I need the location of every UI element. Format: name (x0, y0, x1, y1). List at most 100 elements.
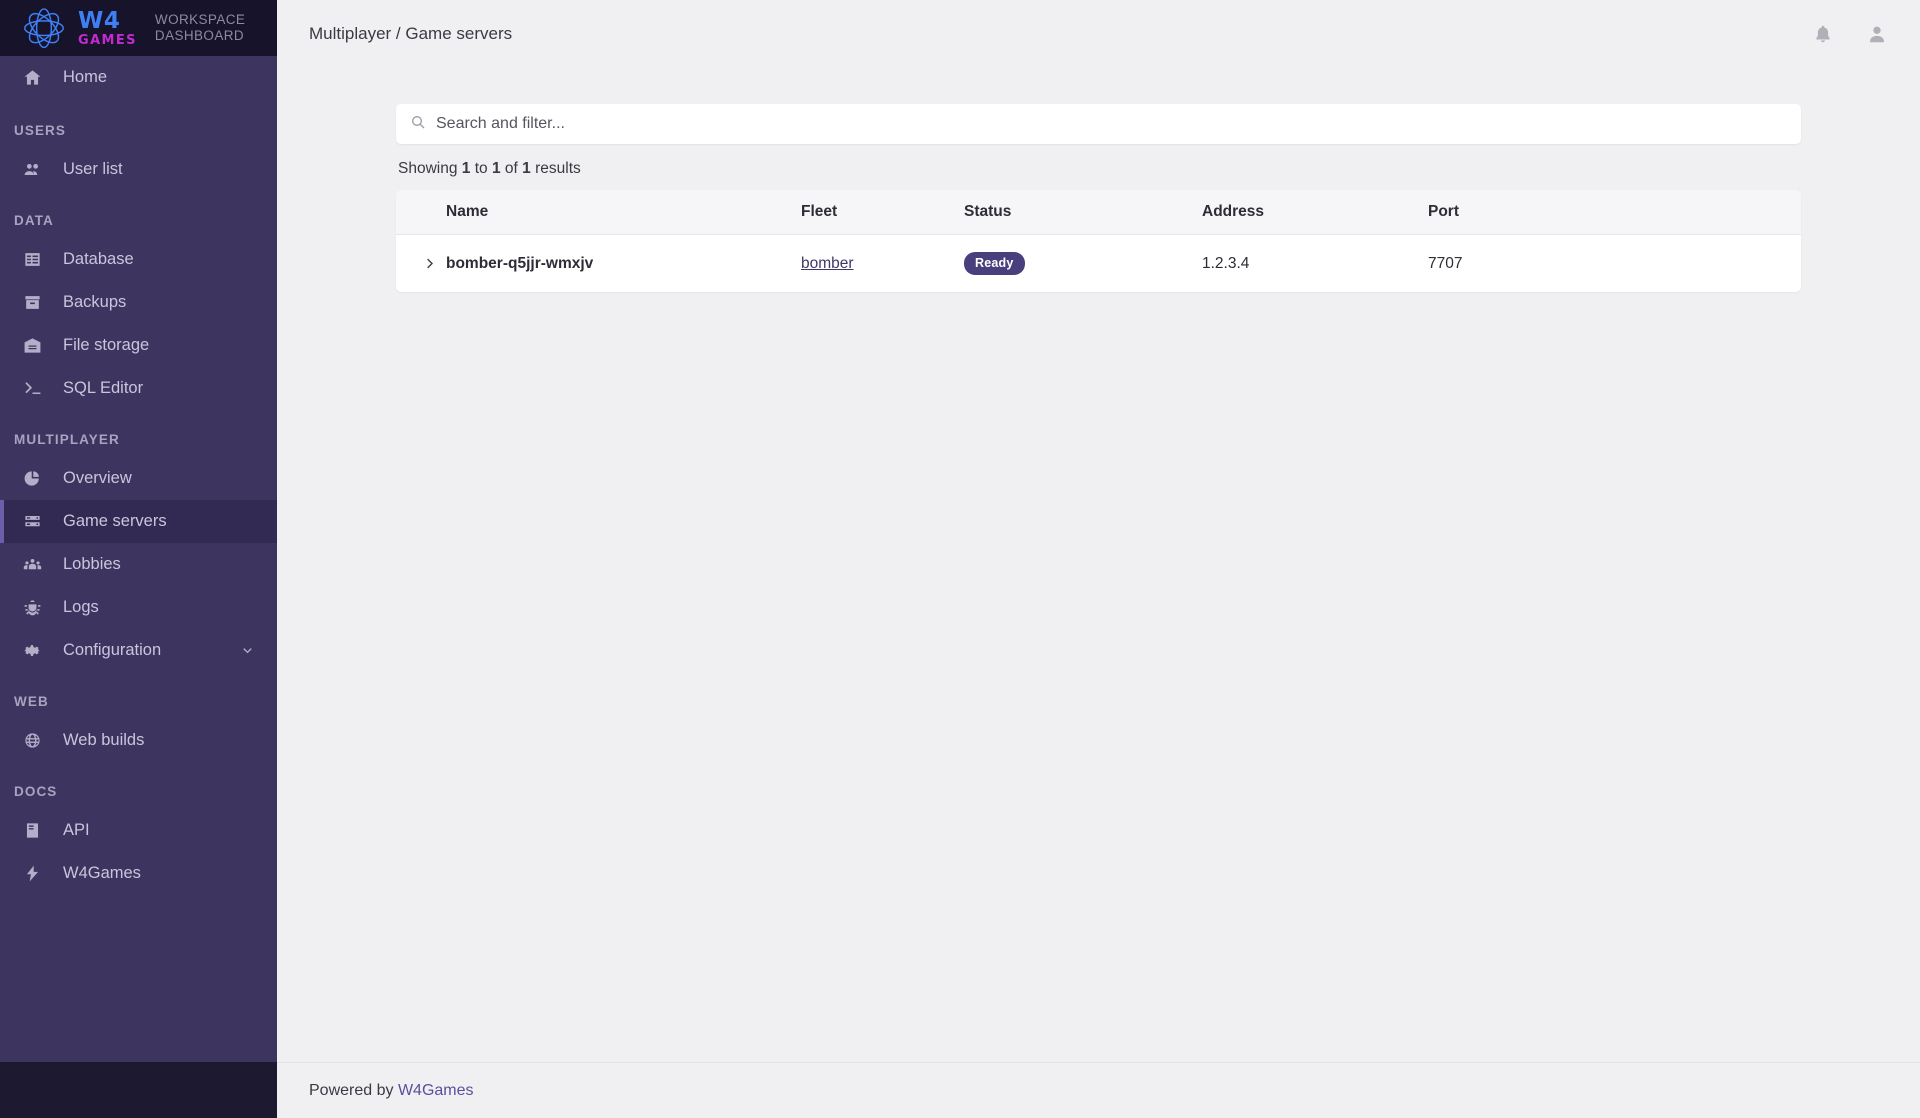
brand-logo[interactable]: W4 GAMES WORKSPACE DASHBOARD (0, 0, 277, 56)
search-bar[interactable] (396, 104, 1801, 144)
results-of: of (504, 160, 518, 177)
user-avatar-icon[interactable] (1864, 21, 1890, 47)
database-table-icon (21, 249, 43, 271)
sidebar-item-label-database: Database (63, 250, 134, 268)
users-icon (21, 159, 43, 181)
bolt-icon (21, 863, 43, 885)
game-servers-panel: Showing 1 to 1 of 1 results Name (396, 104, 1801, 292)
row-expand-cell (396, 234, 446, 292)
results-total: 1 (522, 160, 531, 177)
archive-box-icon (21, 292, 43, 314)
table-header-port[interactable]: Port (1428, 190, 1801, 235)
sidebar-item-database[interactable]: Database (0, 238, 277, 281)
results-from: 1 (461, 160, 471, 177)
sidebar-item-logs[interactable]: Logs (0, 586, 277, 629)
results-mid: to (474, 160, 488, 177)
chevron-down-icon[interactable] (240, 643, 255, 658)
row-server-name: bomber-q5jjr-wmxjv (446, 234, 801, 292)
row-status-cell: Ready (964, 234, 1202, 292)
table-header-expand (396, 190, 446, 235)
main-area: Multiplayer / Game servers Search and fi… (277, 0, 1920, 1118)
page-footer: Powered by W4Games (277, 1062, 1920, 1118)
topbar-actions (1810, 21, 1890, 47)
sidebar-item-file-storage[interactable]: File storage (0, 324, 277, 367)
file-storage-icon (21, 335, 43, 357)
sidebar-item-backups[interactable]: Backups (0, 281, 277, 324)
wordmark-games: GAMES (78, 32, 137, 48)
footer-text: Powered by (309, 1081, 394, 1099)
chevron-right-icon[interactable] (418, 253, 440, 275)
sidebar-item-lobbies[interactable]: Lobbies (0, 543, 277, 586)
results-prefix: Showing (398, 160, 458, 177)
sidebar-item-label-sql-editor: SQL Editor (63, 379, 144, 397)
sidebar-footer-strip (0, 1062, 277, 1118)
table-header: Name Fleet Status Address Port (396, 190, 1801, 235)
table-header-status[interactable]: Status (964, 190, 1202, 235)
sidebar-section-docs: DOCS (14, 784, 58, 799)
app-root: W4 GAMES WORKSPACE DASHBOARD Home USERS (0, 0, 1920, 1118)
content-area: Showing 1 to 1 of 1 results Name (277, 68, 1920, 1062)
bug-icon (21, 597, 43, 619)
w4-clover-logo-icon (22, 8, 66, 49)
sidebar-nav: Home USERS User list DATA Database Backu… (0, 56, 277, 1062)
terminal-icon (21, 378, 43, 400)
lobby-people-icon (21, 554, 43, 576)
sidebar-section-users: USERS (14, 123, 67, 138)
sidebar-section-multiplayer: MULTIPLAYER (14, 432, 120, 447)
table-header-name[interactable]: Name (446, 190, 801, 235)
row-port: 7707 (1428, 234, 1801, 292)
results-to: 1 (491, 160, 501, 177)
sidebar-item-label-api: API (63, 821, 90, 839)
sidebar-item-game-servers[interactable]: Game servers (0, 500, 277, 543)
row-fleet-cell: bomber (801, 234, 964, 292)
workspace-dashboard-label: WORKSPACE DASHBOARD (155, 12, 245, 44)
sidebar-item-label-file-storage: File storage (63, 336, 150, 354)
sidebar-item-label-web-builds: Web builds (63, 731, 145, 749)
sidebar-item-api[interactable]: API (0, 809, 277, 852)
sidebar-item-sql-editor[interactable]: SQL Editor (0, 367, 277, 410)
sidebar-item-label-w4games: W4Games (63, 864, 141, 882)
bell-icon[interactable] (1810, 21, 1836, 47)
footer-w4games-link[interactable]: W4Games (398, 1082, 474, 1100)
fleet-link[interactable]: bomber (801, 255, 854, 272)
globe-icon (21, 730, 43, 752)
book-icon (21, 820, 43, 842)
topbar: Multiplayer / Game servers (277, 0, 1920, 68)
sidebar-item-label-overview: Overview (63, 469, 132, 487)
results-suffix: results (535, 160, 581, 177)
sidebar-item-label-logs: Logs (63, 598, 99, 616)
status-badge: Ready (964, 252, 1025, 275)
row-address: 1.2.3.4 (1202, 234, 1428, 292)
sidebar-item-user-list[interactable]: User list (0, 148, 277, 191)
sidebar: W4 GAMES WORKSPACE DASHBOARD Home USERS (0, 0, 277, 1118)
sidebar-item-label-backups: Backups (63, 293, 127, 311)
breadcrumb: Multiplayer / Game servers (309, 24, 513, 43)
sidebar-item-configuration[interactable]: Configuration (0, 629, 277, 672)
subtitle-line-1: WORKSPACE (154, 12, 246, 27)
sidebar-item-label-user-list: User list (63, 160, 123, 178)
pie-chart-icon (21, 468, 43, 490)
table-header-address[interactable]: Address (1202, 190, 1428, 235)
home-icon (21, 67, 43, 89)
table-header-fleet[interactable]: Fleet (801, 190, 964, 235)
server-icon (21, 511, 43, 533)
sidebar-item-overview[interactable]: Overview (0, 457, 277, 500)
sidebar-item-label-game-servers: Game servers (63, 512, 167, 530)
sidebar-section-data: DATA (14, 213, 54, 228)
table-row[interactable]: bomber-q5jjr-wmxjv bomber Ready 1.2.3.4 … (396, 234, 1801, 292)
sidebar-item-w4games[interactable]: W4Games (0, 852, 277, 895)
sidebar-item-web-builds[interactable]: Web builds (0, 719, 277, 762)
sidebar-item-label-configuration: Configuration (63, 641, 162, 659)
table-header-row: Name Fleet Status Address Port (396, 190, 1801, 235)
search-input[interactable] (436, 104, 1787, 144)
sidebar-item-label-home: Home (63, 68, 108, 86)
subtitle-line-2: DASHBOARD (154, 28, 245, 43)
sidebar-item-home[interactable]: Home (0, 56, 277, 99)
table-body: bomber-q5jjr-wmxjv bomber Ready 1.2.3.4 … (396, 234, 1801, 292)
wordmark-w4: W4 (78, 7, 121, 34)
w4games-wordmark: W4 GAMES (78, 7, 137, 48)
gear-icon (21, 640, 43, 662)
sidebar-section-web: WEB (14, 694, 49, 709)
results-summary: Showing 1 to 1 of 1 results (398, 160, 1801, 178)
search-icon (410, 114, 426, 135)
